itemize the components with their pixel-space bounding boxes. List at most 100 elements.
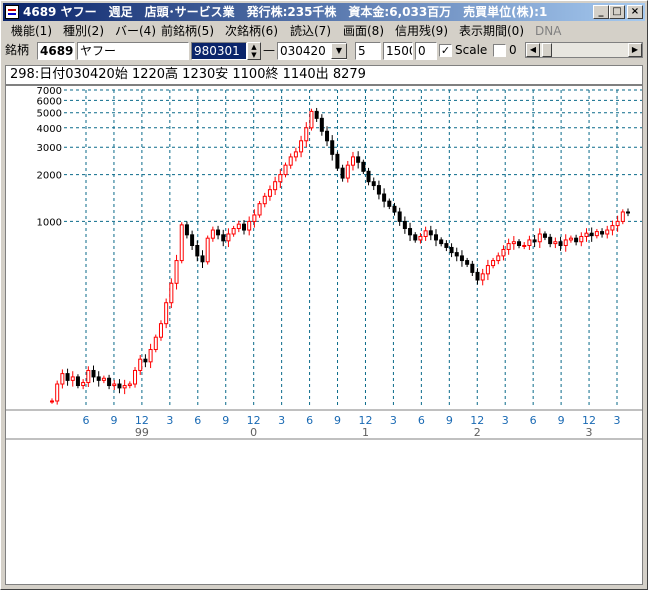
title-bar[interactable]: 4689 ヤフー 週足 店頭･サービス業 発行株:235千株 資本金:6,033… bbox=[3, 3, 645, 21]
maximize-button[interactable]: □ bbox=[609, 5, 625, 19]
candle-body bbox=[278, 174, 283, 183]
chevron-down-icon[interactable]: ▼ bbox=[331, 43, 347, 59]
candle-body bbox=[314, 110, 319, 119]
candle-body bbox=[319, 117, 324, 132]
candle-body bbox=[174, 260, 179, 284]
candle-body bbox=[444, 243, 449, 248]
candle-body bbox=[133, 369, 138, 385]
menu-next-stock[interactable]: 次銘柄(6) bbox=[225, 23, 278, 39]
candle-body bbox=[335, 153, 340, 169]
candle-body bbox=[610, 225, 615, 231]
spin-up-icon[interactable]: ▲ bbox=[248, 43, 260, 51]
plot-background bbox=[6, 86, 642, 410]
candle-body bbox=[600, 231, 605, 235]
candle-body bbox=[293, 151, 298, 158]
candle-body bbox=[309, 110, 314, 129]
scroll-left-icon[interactable]: ◀ bbox=[526, 43, 540, 57]
candle-body bbox=[184, 224, 189, 236]
candle-body bbox=[501, 248, 506, 257]
menu-function[interactable]: 機能(1) bbox=[11, 23, 52, 39]
candle-body bbox=[210, 229, 215, 239]
candle-body bbox=[574, 237, 579, 243]
menu-type[interactable]: 種別(2) bbox=[63, 23, 104, 39]
candle-body bbox=[330, 140, 335, 155]
candle-body bbox=[626, 211, 630, 214]
candle-body bbox=[164, 302, 169, 325]
candle-body bbox=[190, 234, 195, 246]
chart-panel[interactable]: 1000 2000 3000 4000 5000 6000 7000 6 9 12 3 6 9 12 3 6… bbox=[5, 85, 643, 585]
x-year-label: 99 bbox=[135, 426, 149, 439]
app-window: 4689 ヤフー 週足 店頭･サービス業 発行株:235千株 資本金:6,033… bbox=[0, 0, 648, 590]
candle-body bbox=[579, 235, 584, 243]
close-button[interactable]: × bbox=[627, 5, 643, 19]
candle-body bbox=[537, 233, 542, 243]
x-tick-label: 9 bbox=[222, 414, 229, 427]
param-c-input[interactable]: 0 bbox=[415, 42, 437, 60]
ohlc-info-bar: 298:日付030420始 1220高 1230安 1100終 1140出 82… bbox=[5, 65, 643, 85]
param-a-input[interactable]: 5 bbox=[355, 42, 381, 60]
candle-body bbox=[288, 156, 293, 166]
candle-body bbox=[376, 185, 381, 195]
x-tick-label: 9 bbox=[558, 414, 565, 427]
period-scrollbar[interactable]: ◀ ▶ bbox=[525, 42, 643, 58]
candle-body bbox=[267, 189, 272, 197]
candle-body bbox=[247, 220, 252, 231]
menu-margin[interactable]: 信用残(9) bbox=[395, 23, 448, 39]
name-input[interactable]: ヤフー bbox=[77, 42, 189, 60]
menu-dna[interactable]: DNA bbox=[535, 23, 561, 39]
option-checkbox[interactable] bbox=[493, 44, 506, 57]
candle-body bbox=[153, 336, 158, 351]
x-axis-labels: 6 9 12 3 6 9 12 3 6 9 12 3 6 9 12 3 6 9 12 399 0 1 2 3 bbox=[83, 414, 621, 439]
candle-body bbox=[470, 263, 475, 273]
candle-body bbox=[252, 214, 257, 222]
scroll-thumb[interactable] bbox=[542, 43, 552, 57]
candle-body bbox=[485, 265, 490, 275]
candle-body bbox=[226, 233, 231, 242]
candle-body bbox=[480, 273, 485, 281]
candle-body bbox=[449, 246, 454, 254]
x-tick-label: 6 bbox=[194, 414, 201, 427]
minimize-button[interactable]: _ bbox=[593, 5, 609, 19]
candle-body bbox=[242, 223, 246, 231]
candle-body bbox=[605, 229, 610, 235]
spin-down-icon[interactable]: ▼ bbox=[248, 51, 260, 59]
candle-body bbox=[589, 232, 594, 237]
candle-body bbox=[158, 323, 163, 338]
candle-body bbox=[236, 223, 241, 230]
candle-body bbox=[65, 373, 70, 381]
candle-body bbox=[392, 205, 397, 213]
x-tick-label: 6 bbox=[418, 414, 425, 427]
menu-prev-stock[interactable]: 前銘柄(5) bbox=[161, 23, 214, 39]
candle-body bbox=[594, 231, 599, 237]
app-icon[interactable] bbox=[5, 5, 19, 19]
scale-checkbox[interactable]: ✓ bbox=[439, 44, 452, 57]
candle-body bbox=[511, 241, 516, 245]
y-tick-label: 7000 bbox=[37, 86, 62, 97]
start-date-spinner[interactable]: ▲ ▼ bbox=[247, 42, 261, 60]
menu-bar-type[interactable]: バー(4) bbox=[115, 23, 156, 39]
candle-body bbox=[205, 237, 210, 263]
candle-body bbox=[107, 377, 112, 387]
scroll-right-icon[interactable]: ▶ bbox=[628, 43, 642, 57]
code-input[interactable]: 4689 bbox=[37, 42, 75, 60]
candle-body bbox=[542, 233, 547, 238]
param-b-input[interactable]: 1500 bbox=[383, 42, 413, 60]
toolbar: 銘柄 4689 ヤフー 980301 ▲ ▼ — 030420 ▼ 5 150 0 … bbox=[3, 41, 645, 63]
menu-load[interactable]: 読込(7) bbox=[290, 23, 331, 39]
menu-screen[interactable]: 画面(8) bbox=[343, 23, 384, 39]
candle-body bbox=[70, 376, 75, 381]
candle-body bbox=[273, 181, 278, 191]
candle-body bbox=[200, 255, 205, 263]
candle-body bbox=[96, 376, 101, 381]
start-date-input[interactable]: 980301 bbox=[191, 42, 247, 60]
menu-display-period[interactable]: 表示期間(0) bbox=[459, 23, 524, 39]
candle-body bbox=[506, 243, 511, 250]
price-chart[interactable]: 1000200030004000500060007000 6 9 12 3 6 9 12 3 6… bbox=[6, 86, 642, 584]
candle-body bbox=[527, 239, 532, 246]
candle-body bbox=[402, 220, 407, 230]
candle-body bbox=[418, 235, 423, 241]
candle-body bbox=[304, 127, 309, 142]
candle-body bbox=[299, 140, 304, 153]
date-separator: — bbox=[263, 43, 275, 57]
candle-body bbox=[91, 369, 96, 378]
